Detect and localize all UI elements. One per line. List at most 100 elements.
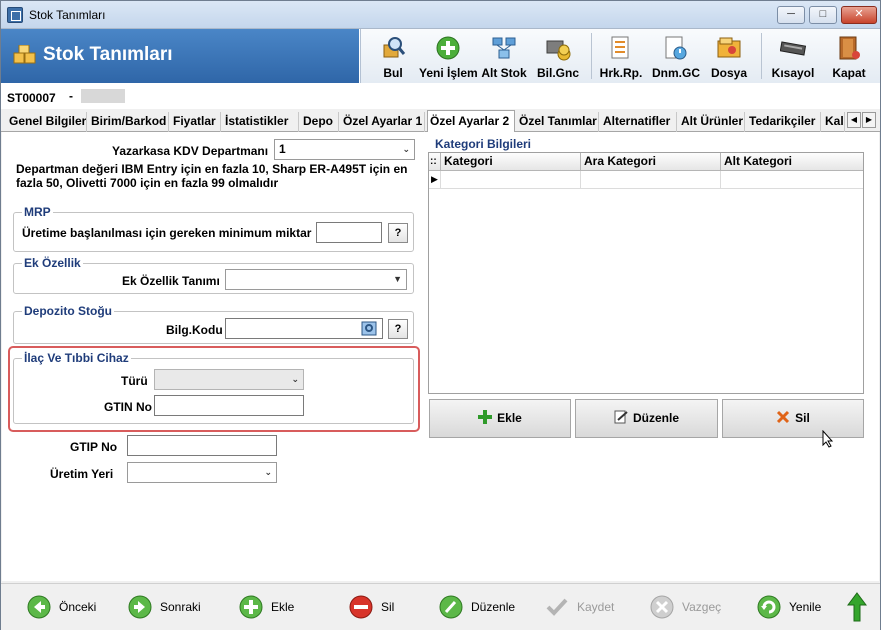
- extra-feature-label: Ek Özellik Tanımı: [122, 274, 220, 288]
- tab-warehouse[interactable]: Depo: [301, 112, 339, 132]
- tab-statistics[interactable]: İstatistikler: [223, 112, 299, 132]
- production-place-select[interactable]: ⌄: [127, 462, 277, 483]
- extra-feature-title: Ek Özellik: [22, 256, 83, 270]
- up-arrow-icon[interactable]: [847, 592, 867, 622]
- exit-icon: [839, 36, 860, 60]
- plus-icon: [478, 410, 493, 424]
- stock-code: ST00007: [7, 91, 56, 105]
- deposit-stock-title: Depozito Stoğu: [22, 304, 114, 318]
- table-row[interactable]: [581, 171, 721, 189]
- tab-suppliers[interactable]: Tedarikçiler: [747, 112, 821, 132]
- cancel-button[interactable]: Vazgeç: [650, 594, 730, 620]
- tab-scroll-left-icon[interactable]: ◀: [847, 112, 861, 128]
- category-edit-button[interactable]: Düzenle: [575, 399, 718, 438]
- tab-alternatives[interactable]: Alternatifler: [601, 112, 677, 132]
- deposit-stock-group: Depozito Stoğu Bilg.Kodu ?: [13, 304, 414, 344]
- category-add-button[interactable]: Ekle: [429, 399, 571, 438]
- next-button[interactable]: Sonraki: [128, 594, 208, 620]
- info-update-button[interactable]: Bil.Gnc: [533, 29, 583, 83]
- mrp-min-quantity-input[interactable]: [316, 222, 382, 243]
- refresh-button[interactable]: Yenile: [757, 594, 837, 620]
- gtin-label: GTIN No: [104, 400, 152, 414]
- maximize-button[interactable]: □: [809, 6, 837, 24]
- exit-button[interactable]: Kapat: [825, 29, 873, 83]
- table-row[interactable]: [441, 171, 581, 189]
- save-button[interactable]: Kaydet: [545, 594, 625, 620]
- add-icon: [239, 595, 263, 619]
- close-button[interactable]: ✕: [841, 6, 877, 24]
- back-arrow-icon: [27, 595, 51, 619]
- record-bar: ST00007 -: [1, 83, 880, 109]
- table-row[interactable]: [721, 171, 863, 189]
- period-button[interactable]: Dnm.GC: [649, 29, 703, 83]
- kdv-label: Yazarkasa KDV Departmanı: [112, 144, 269, 158]
- tab-content: Yazarkasa KDV Departmanı 1 ⌄ Departman d…: [2, 132, 879, 581]
- cancel-icon: [650, 595, 674, 619]
- info-code-label: Bilg.Kodu: [166, 323, 223, 337]
- chevron-down-icon: ⌄: [291, 374, 299, 384]
- stock-boxes-icon: [13, 45, 36, 64]
- chevron-down-icon: ⌄: [402, 144, 410, 154]
- add-button[interactable]: Ekle: [239, 594, 309, 620]
- extra-feature-group: Ek Özellik Ek Özellik Tanımı ▼: [13, 256, 414, 294]
- grid-corner: ::: [429, 153, 441, 171]
- extra-feature-select[interactable]: ▼: [225, 269, 407, 290]
- remove-icon: [349, 595, 373, 619]
- row-indicator-icon: ▶: [429, 171, 441, 189]
- page-title: Stok Tanımları: [43, 44, 173, 65]
- tab-prices[interactable]: Fiyatlar: [171, 112, 221, 132]
- toolbar: Bul Yeni İşlem Alt Stok Bil.Gnc Hrk.Rp.: [360, 29, 880, 83]
- tab-quality[interactable]: Kali: [823, 112, 845, 132]
- production-place-label: Üretim Yeri: [50, 467, 114, 481]
- category-title: Kategori Bilgileri: [435, 137, 532, 151]
- info-code-help-button[interactable]: ?: [388, 319, 408, 339]
- keyboard-icon: [780, 41, 806, 56]
- tab-general[interactable]: Genel Bilgiler: [7, 112, 87, 132]
- code-separator: -: [69, 89, 73, 103]
- info-code-input[interactable]: [225, 318, 383, 339]
- column-category[interactable]: Kategori: [441, 153, 581, 171]
- file-icon: [717, 37, 741, 58]
- window-title: Stok Tanımları: [29, 8, 106, 22]
- find-button[interactable]: Bul: [369, 29, 417, 83]
- category-delete-button[interactable]: Sil: [722, 399, 864, 438]
- mrp-label: Üretime başlanılması için gereken minimu…: [22, 226, 312, 240]
- new-transaction-button[interactable]: Yeni İşlem: [419, 29, 478, 83]
- sub-stock-button[interactable]: Alt Stok: [479, 29, 529, 83]
- column-bottom-category[interactable]: Alt Kategori: [721, 153, 863, 171]
- kdv-note: Departman değeri IBM Entry için en fazla…: [16, 162, 408, 190]
- kdv-select[interactable]: 1 ⌄: [274, 139, 415, 160]
- update-icon: [546, 40, 571, 61]
- edit-record-button[interactable]: Düzenle: [439, 594, 519, 620]
- tab-custom-definitions[interactable]: Özel Tanımlar: [517, 112, 599, 132]
- header: Stok Tanımları Bul Yeni İşlem Alt Stok B…: [1, 29, 880, 83]
- movement-report-button[interactable]: Hrk.Rp.: [597, 29, 645, 83]
- tab-bar: Genel Bilgiler Birim/Barkod Fiyatlar İst…: [1, 110, 880, 132]
- category-grid: :: Kategori Ara Kategori Alt Kategori ▶: [428, 152, 864, 394]
- type-label: Türü: [121, 374, 148, 388]
- tab-scroll-right-icon[interactable]: ▶: [862, 112, 876, 128]
- type-select[interactable]: ⌄: [154, 369, 304, 390]
- edit-icon: [614, 410, 628, 424]
- plus-circle-icon: [436, 36, 460, 60]
- gtin-input[interactable]: [154, 395, 304, 416]
- column-sub-category[interactable]: Ara Kategori: [581, 153, 721, 171]
- title-bar: Stok Tanımları ─ □ ✕: [1, 1, 880, 29]
- toolbar-separator: [591, 33, 592, 79]
- substock-icon: [492, 37, 516, 59]
- file-button[interactable]: Dosya: [705, 29, 753, 83]
- previous-button[interactable]: Önceki: [27, 594, 107, 620]
- shortcut-button[interactable]: Kısayol: [767, 29, 819, 83]
- tab-sub-products[interactable]: Alt Ürünler: [679, 112, 745, 132]
- footer-bar: Önceki Sonraki Ekle Sil Düzenle Kaydet V…: [1, 583, 880, 630]
- tab-custom-settings-1[interactable]: Özel Ayarlar 1: [341, 112, 425, 132]
- lookup-icon[interactable]: [361, 321, 377, 336]
- edit-icon: [439, 595, 463, 619]
- minimize-button[interactable]: ─: [777, 6, 805, 24]
- mrp-help-button[interactable]: ?: [388, 223, 408, 243]
- tab-custom-settings-2[interactable]: Özel Ayarlar 2: [427, 110, 515, 132]
- delete-button[interactable]: Sil: [349, 594, 409, 620]
- gtip-input[interactable]: [127, 435, 277, 456]
- drug-medical-group: İlaç Ve Tıbbi Cihaz Türü ⌄ GTIN No: [13, 351, 414, 424]
- tab-unit-barcode[interactable]: Birim/Barkod: [89, 112, 169, 132]
